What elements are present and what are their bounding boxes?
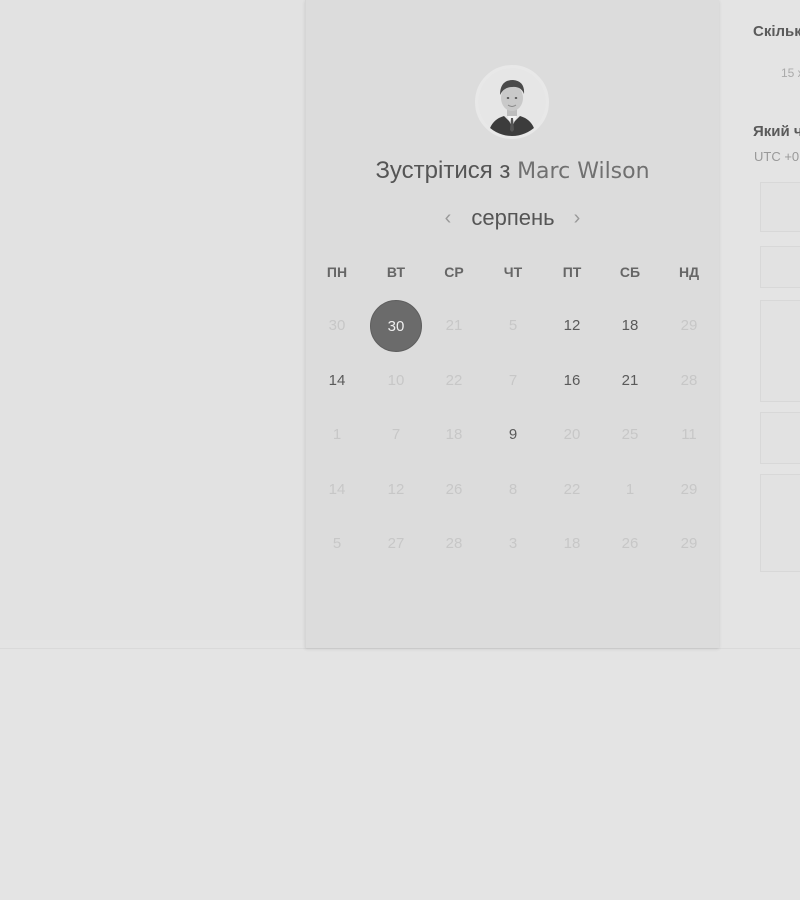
calendar-day[interactable]: 18 xyxy=(604,300,656,352)
calendar-day: 3 xyxy=(508,535,518,552)
chevron-left-icon[interactable]: ‹ xyxy=(438,206,458,230)
calendar-day: 26 xyxy=(445,481,463,498)
timezone-select[interactable]: UTC +0 xyxy=(754,149,799,164)
calendar-day: 30 xyxy=(328,317,346,334)
calendar-day: 11 xyxy=(681,426,697,443)
host-name: Marc Wilson xyxy=(517,159,650,184)
time-slot[interactable] xyxy=(760,412,800,464)
calendar-day[interactable]: 16 xyxy=(546,355,598,407)
month-label: серпень xyxy=(471,205,555,230)
page: Зустрітися з Marc Wilson ‹ серпень › ПН В… xyxy=(0,0,800,900)
weekday-label: НД xyxy=(678,264,700,280)
time-slot[interactable] xyxy=(760,182,800,232)
month-navigation: ‹ серпень › xyxy=(306,204,719,234)
meeting-title-prefix: Зустрітися з xyxy=(375,157,511,184)
calendar-day: 7 xyxy=(391,426,401,443)
calendar-day: 5 xyxy=(332,535,342,552)
weekday-label: ПН xyxy=(326,264,348,280)
page-divider xyxy=(0,648,800,649)
calendar-day: 28 xyxy=(445,535,463,552)
calendar-day: 8 xyxy=(508,481,518,498)
duration-heading: Скільк xyxy=(753,23,800,40)
calendar-day: 18 xyxy=(445,426,463,443)
calendar-day: 14 xyxy=(328,481,346,498)
duration-option[interactable]: 15 х xyxy=(781,66,800,80)
calendar-day: 10 xyxy=(387,372,405,389)
left-background xyxy=(0,0,305,640)
calendar-day: 25 xyxy=(621,426,639,443)
calendar-day: 20 xyxy=(563,426,581,443)
calendar-day[interactable]: 21 xyxy=(604,355,656,407)
calendar-day: 18 xyxy=(563,535,581,552)
calendar-day: 21 xyxy=(445,317,463,334)
calendar-day: 1 xyxy=(332,426,342,443)
calendar-day: 26 xyxy=(621,535,639,552)
calendar-day: 5 xyxy=(508,317,518,334)
calendar-day: 29 xyxy=(680,535,698,552)
calendar-day: 28 xyxy=(680,372,698,389)
calendar-day: 22 xyxy=(563,481,581,498)
calendar-day: 7 xyxy=(508,372,518,389)
booking-card: Зустрітися з Marc Wilson ‹ серпень › ПН В… xyxy=(305,0,719,648)
time-slot[interactable] xyxy=(760,246,800,288)
timezone-heading: Який ч xyxy=(753,123,800,140)
weekday-label: ВТ xyxy=(386,264,406,280)
calendar-day-selected[interactable]: 30 xyxy=(370,300,422,352)
chevron-right-icon[interactable]: › xyxy=(567,206,587,230)
calendar-day: 27 xyxy=(387,535,405,552)
right-panel: Скільк 15 х Який ч UTC +0 xyxy=(740,0,800,648)
weekday-label: ПТ xyxy=(562,264,582,280)
calendar-day: 29 xyxy=(680,317,698,334)
calendar-day: 22 xyxy=(445,372,463,389)
time-slot[interactable] xyxy=(760,474,800,572)
host-avatar xyxy=(475,65,549,139)
calendar-day: 12 xyxy=(387,481,405,498)
weekday-label: СР xyxy=(444,264,464,280)
meeting-title: Зустрітися з Marc Wilson xyxy=(306,157,719,185)
calendar-day: 29 xyxy=(680,481,698,498)
weekday-label: ЧТ xyxy=(503,264,523,280)
calendar-day[interactable]: 12 xyxy=(546,300,598,352)
calendar-day[interactable]: 14 xyxy=(311,355,363,407)
time-slot[interactable] xyxy=(760,300,800,402)
weekday-label: СБ xyxy=(619,264,641,280)
calendar-day[interactable]: 9 xyxy=(487,409,539,461)
calendar-day: 1 xyxy=(625,481,635,498)
